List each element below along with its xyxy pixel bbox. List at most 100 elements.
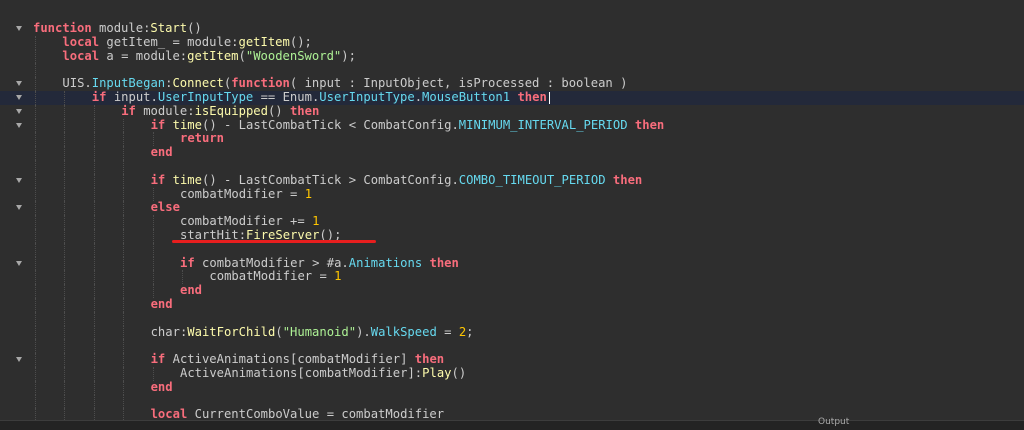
code-token: MouseButton1 (422, 89, 511, 104)
indent-guide (35, 297, 36, 312)
indent-guide (93, 270, 95, 285)
indent-guide (64, 228, 66, 243)
code-line[interactable]: if ActiveAnimations[combatModifier] then (0, 352, 1024, 367)
indent-guide (35, 380, 36, 395)
code-text: else (150, 200, 180, 215)
fold-chevron-icon[interactable] (16, 108, 22, 114)
code-line[interactable]: ActiveAnimations[combatModifier]:Play() (0, 365, 1024, 381)
code-token: 1 (312, 214, 320, 229)
code-line[interactable]: if combatModifier > #a.Animations then (0, 255, 1024, 271)
indent-guide (64, 297, 66, 312)
fold-chevron-icon[interactable] (16, 81, 22, 87)
code-token: CurrentComboValue = combatModifier (187, 407, 445, 420)
code-line[interactable]: startHit:FireServer(); (0, 228, 1024, 243)
indent-guide (35, 104, 36, 119)
indent-guide (93, 104, 95, 119)
code-line[interactable]: if time() - LastCombatTick > CombatConfi… (0, 173, 1024, 188)
code-line[interactable] (0, 394, 1024, 409)
code-token: local (62, 34, 100, 49)
code-token: local (62, 48, 100, 63)
indent-guide (93, 408, 95, 420)
indent-guide (123, 201, 125, 216)
code-line[interactable]: combatModifier = 1 (0, 187, 1024, 202)
code-line[interactable]: end (0, 145, 1024, 160)
indent-guide (93, 242, 95, 257)
code-line[interactable]: local CurrentComboValue = combatModifier (0, 407, 1024, 420)
code-token: then (414, 352, 445, 367)
code-line[interactable] (0, 159, 1024, 174)
code-token: ActiveAnimations[combatModifier]: (180, 365, 423, 380)
code-line[interactable]: UIS.InputBegan:Connect(function( input :… (0, 76, 1024, 91)
indent-guide (35, 311, 36, 326)
indent-guide (93, 366, 95, 381)
indent-guide (64, 201, 66, 216)
indent-guide (64, 353, 66, 367)
fold-chevron-icon[interactable] (16, 205, 22, 211)
code-token: if (150, 352, 166, 367)
indent-guide (64, 380, 66, 395)
code-token: combatModifier > #a. (194, 255, 349, 270)
code-text: combatModifier = 1 (180, 187, 312, 202)
code-token: getItem_ = module: (99, 34, 239, 49)
fold-chevron-icon[interactable] (16, 26, 22, 31)
fold-chevron-icon[interactable] (16, 94, 22, 100)
code-token: if (121, 103, 136, 118)
code-line[interactable] (0, 311, 1024, 326)
indent-guide (64, 311, 66, 326)
code-line[interactable]: end (0, 283, 1024, 298)
code-token: function (33, 21, 92, 35)
code-token: else (150, 200, 180, 215)
code-line[interactable]: local a = module:getItem("WoodenSword"); (0, 48, 1024, 64)
indent-guide (93, 284, 95, 298)
indent-guide (35, 201, 36, 216)
indent-guide (152, 270, 154, 285)
code-token: () (187, 21, 202, 35)
indent-guide (123, 270, 125, 285)
code-token: then (517, 89, 547, 104)
indent-guide (93, 311, 95, 326)
code-token: input. (106, 89, 158, 104)
code-lines[interactable]: function module:Start() local getItem_ = … (0, 21, 1024, 420)
indent-guide (152, 228, 154, 243)
code-line[interactable]: function module:Start() (0, 21, 1024, 36)
code-text: end (150, 145, 173, 160)
fold-chevron-icon[interactable] (16, 260, 22, 266)
code-token: () (451, 365, 467, 380)
code-editor[interactable]: function module:Start() local getItem_ = … (0, 0, 1024, 420)
code-text: local CurrentComboValue = combatModifier (151, 407, 445, 420)
code-token: if (150, 117, 166, 132)
code-line[interactable]: combatModifier = 1 (0, 269, 1024, 285)
code-token: () (267, 103, 290, 118)
code-token: end (180, 283, 203, 298)
code-token: ; (466, 324, 474, 339)
indent-guide (93, 353, 95, 367)
code-line[interactable]: end (0, 380, 1024, 395)
code-line[interactable]: local getItem_ = module:getItem(); (0, 34, 1024, 50)
fold-chevron-icon[interactable] (16, 357, 22, 363)
code-line[interactable]: end (0, 297, 1024, 312)
code-token: end (150, 145, 173, 160)
indent-guide (35, 77, 36, 91)
code-line[interactable]: return (0, 131, 1024, 147)
indent-guide (93, 339, 95, 354)
indent-guide (123, 256, 125, 271)
code-line[interactable] (0, 339, 1024, 354)
code-line[interactable]: if module:isEquipped() then (0, 103, 1024, 119)
indent-guide (152, 256, 154, 271)
code-line[interactable] (0, 63, 1024, 78)
code-line[interactable] (0, 242, 1024, 257)
code-line[interactable]: char:WaitForChild("Humanoid").WalkSpeed … (0, 324, 1024, 340)
indent-guide (123, 311, 125, 326)
code-token: then (289, 103, 320, 118)
code-line[interactable]: if time() - LastCombatTick < CombatConfi… (0, 117, 1024, 133)
fold-chevron-icon[interactable] (16, 122, 22, 128)
indent-guide (93, 132, 95, 147)
code-line[interactable]: combatModifier += 1 (0, 214, 1024, 229)
indent-guide (93, 215, 95, 229)
code-line[interactable]: else (0, 200, 1024, 216)
code-line[interactable]: if input.UserInputType == Enum.UserInput… (0, 89, 1024, 105)
fold-chevron-icon[interactable] (16, 177, 22, 183)
indent-guide (35, 284, 36, 298)
